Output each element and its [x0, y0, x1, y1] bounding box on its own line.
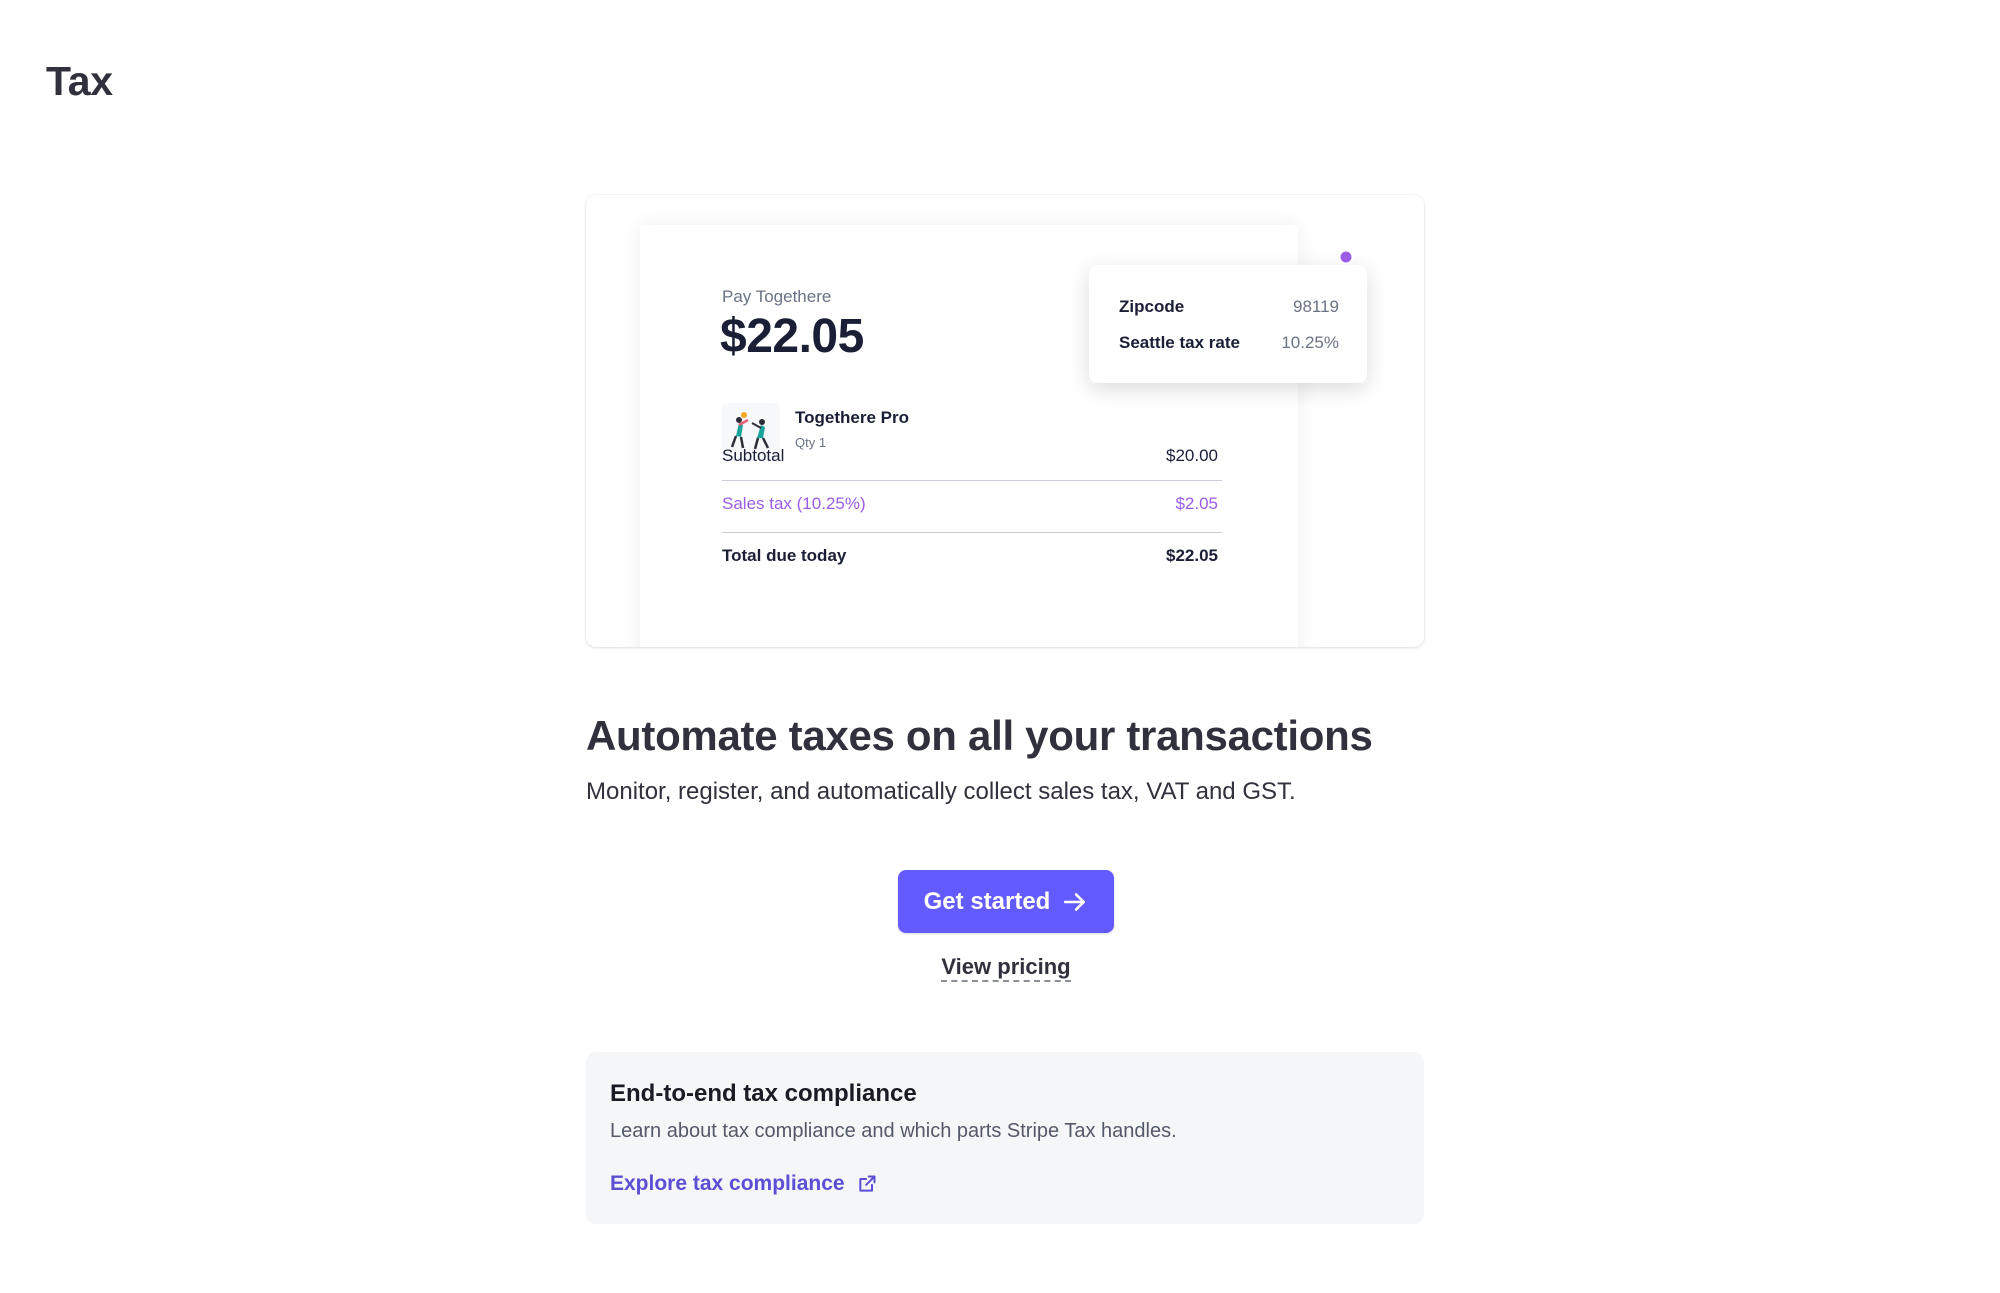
divider [722, 532, 1222, 533]
card-title: End-to-end tax compliance [610, 1080, 917, 1107]
get-started-label: Get started [923, 887, 1051, 915]
popup-label: Seattle tax rate [1119, 333, 1240, 352]
line-value: $22.05 [1166, 546, 1218, 565]
hero-headline: Automate taxes on all your transactions [586, 712, 1373, 759]
line-label: Total due today [722, 546, 847, 565]
arrow-right-icon [1064, 892, 1086, 911]
view-pricing-link[interactable]: View pricing [900, 954, 1112, 982]
tax-rate-row: Seattle tax rate 10.25% [1119, 333, 1339, 353]
sales-tax-row: Sales tax (10.25%) $2.05 [722, 494, 1218, 514]
explore-tax-compliance-link[interactable]: Explore tax compliance [610, 1172, 877, 1196]
subtotal-row: Subtotal $20.00 [722, 446, 1218, 466]
view-pricing-label: View pricing [941, 954, 1071, 982]
total-row: Total due today $22.05 [722, 546, 1218, 566]
tax-compliance-card: End-to-end tax compliance Learn about ta… [586, 1052, 1424, 1224]
line-value: $2.05 [1175, 494, 1218, 513]
divider [722, 480, 1222, 481]
link-label: Explore tax compliance [610, 1172, 845, 1195]
get-started-button[interactable]: Get started [898, 870, 1114, 933]
line-label: Subtotal [722, 446, 785, 465]
tax-rate-popup: Zipcode 98119 Seattle tax rate 10.25% [1089, 265, 1367, 383]
zipcode-row: Zipcode 98119 [1119, 297, 1339, 317]
popup-value: 10.25% [1281, 333, 1339, 352]
line-value: $20.00 [1166, 446, 1218, 465]
card-description: Learn about tax compliance and which par… [610, 1120, 1177, 1142]
merchant-label: Pay Togethere [722, 287, 832, 306]
checkout-illustration: Pay Togethere $22.05 Togethere Pro Qty 1… [586, 195, 1424, 647]
popup-value: 98119 [1292, 297, 1339, 316]
popup-label: Zipcode [1119, 297, 1185, 316]
payment-amount: $22.05 [720, 310, 864, 363]
line-label: Sales tax (10.25%) [722, 494, 866, 513]
hero-subheadline: Monitor, register, and automatically col… [586, 778, 1296, 805]
product-name: Togethere Pro [795, 408, 909, 427]
page-title: Tax [46, 58, 113, 104]
external-link-icon [858, 1175, 876, 1192]
